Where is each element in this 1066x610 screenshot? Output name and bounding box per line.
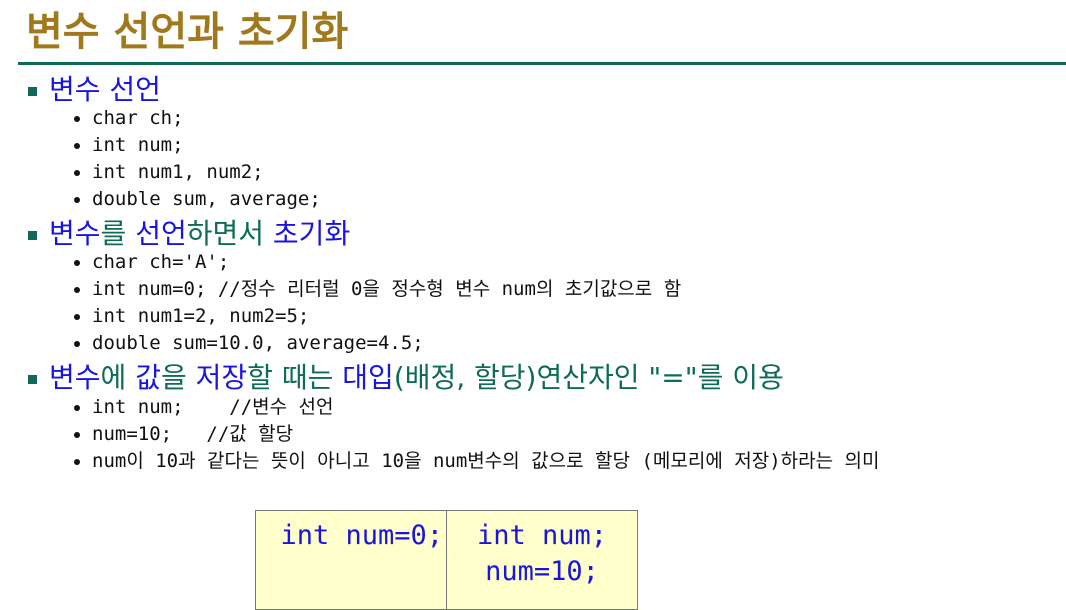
bullet-dot-icon	[74, 196, 80, 203]
list-item: int num;	[74, 132, 321, 159]
section-heading-part: 초기화	[272, 217, 351, 250]
section-declare-and-initialize: 변수 를 선언 하면서 초기화	[28, 214, 350, 250]
list-item: int num1, num2;	[74, 159, 321, 186]
declaration-list: char ch; int num; int num1, num2; double…	[74, 105, 321, 213]
code-init-cell: int num=0;	[256, 511, 447, 609]
bullet-dot-icon	[74, 458, 80, 465]
bullet-dot-icon	[74, 340, 80, 347]
section-heading-part: 하면서	[186, 217, 273, 250]
section-heading-part: 선언	[135, 217, 187, 250]
section-variable-declaration: 변수 선언	[28, 70, 161, 106]
list-item: char ch='A';	[74, 249, 681, 276]
bullet-dot-icon	[74, 286, 80, 293]
list-item: char ch;	[74, 105, 321, 132]
code-line: num=10;	[485, 556, 599, 587]
square-bullet-icon	[28, 230, 37, 240]
code-comparison-box: int num=0; int num; num=10;	[255, 510, 638, 610]
bullet-dot-icon	[74, 313, 80, 320]
section-heading-part: 할 때는	[247, 361, 343, 394]
list-item: int num=0; //정수 리터럴 0을 정수형 변수 num의 초기값으로…	[74, 276, 681, 303]
square-bullet-icon	[28, 374, 37, 384]
section-heading-part: 에	[100, 361, 136, 394]
list-item: double sum, average;	[74, 186, 321, 213]
list-item: num이 10과 같다는 뜻이 아니고 10을 num변수의 값으로 할당 (메…	[74, 448, 880, 475]
slide-title: 변수 선언과 초기화	[26, 9, 349, 55]
bullet-dot-icon	[74, 259, 80, 266]
bullet-dot-icon	[74, 169, 80, 176]
section-heading-part: 저장	[195, 361, 248, 394]
bullet-dot-icon	[74, 404, 80, 411]
bullet-dot-icon	[74, 115, 80, 122]
section-heading-part: 값	[135, 361, 161, 394]
section-heading-part: 을	[160, 361, 196, 394]
section-assignment: 변수 에 값을 저장 할 때는 대입 (배정, 할당)연산자인 "="를 이용	[28, 358, 784, 394]
assignment-list: int num; //변수 선언 num=10; //값 할당 num이 10과…	[74, 394, 880, 475]
section-heading-part: (배정, 할당)연산자인 "="를 이용	[393, 361, 784, 394]
section-heading-part: 변수 선언	[49, 73, 161, 106]
bullet-dot-icon	[74, 142, 80, 149]
bullet-dot-icon	[74, 431, 80, 438]
list-item: int num1=2, num2=5;	[74, 303, 681, 330]
code-line: int num;	[476, 520, 608, 551]
section-heading-part: 변수	[49, 217, 101, 250]
list-item: int num; //변수 선언	[74, 394, 880, 421]
list-item: num=10; //값 할당	[74, 421, 880, 448]
list-item: double sum=10.0, average=4.5;	[74, 330, 681, 357]
section-heading-part: 변수	[49, 361, 101, 394]
section-heading-part: 대입	[342, 361, 394, 394]
code-assign-cell: int num; num=10;	[447, 511, 637, 609]
initialization-list: char ch='A'; int num=0; //정수 리터럴 0을 정수형 …	[74, 249, 681, 357]
square-bullet-icon	[28, 86, 37, 96]
title-divider	[18, 62, 1066, 65]
section-heading-part: 를	[100, 217, 136, 250]
